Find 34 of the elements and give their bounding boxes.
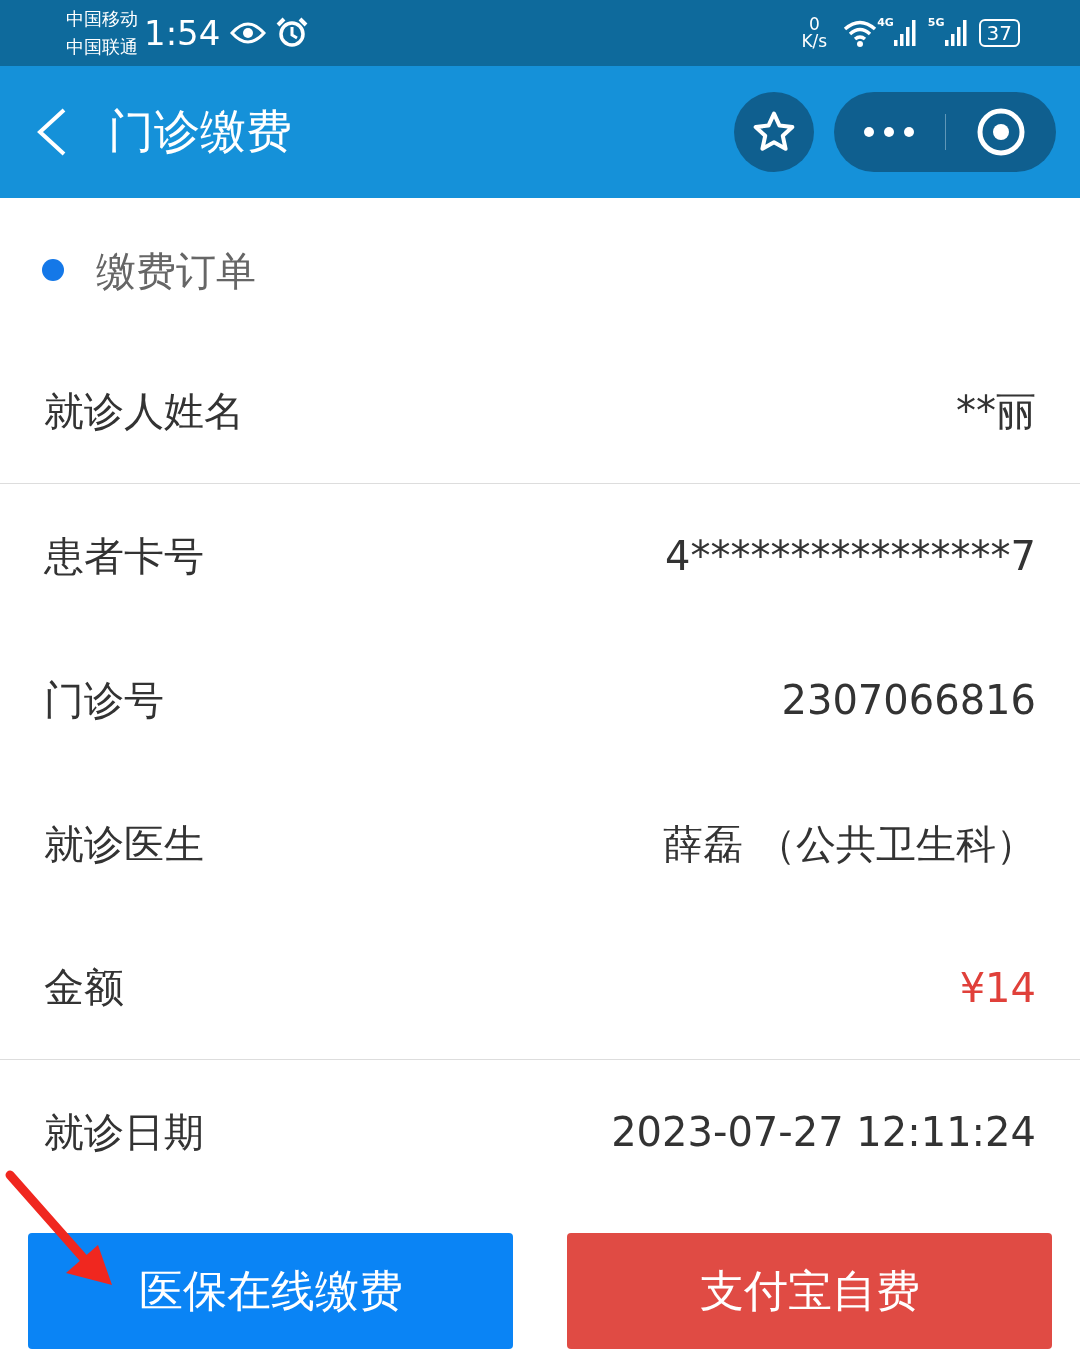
wifi-icon: [843, 19, 878, 47]
bullet-icon: [42, 259, 64, 281]
speed-unit: K/s: [801, 33, 828, 50]
network-speed: 0: [808, 16, 820, 33]
field-label: 就诊医生: [44, 819, 204, 869]
field-label: 就诊人姓名: [44, 387, 244, 436]
alipay-pay-button[interactable]: 支付宝自费: [567, 1233, 1052, 1349]
field-label: 金额: [44, 963, 124, 1012]
carrier-name: 中国移动: [66, 7, 138, 31]
back-icon[interactable]: [36, 108, 68, 156]
clock-time: 1:54: [144, 13, 221, 53]
carrier-name: 中国联通: [66, 35, 138, 59]
eye-icon: [230, 21, 267, 45]
medical-insurance-pay-button[interactable]: 医保在线缴费: [28, 1233, 513, 1349]
section-title: 缴费订单: [96, 247, 256, 296]
star-icon: [752, 110, 796, 154]
more-icon: [863, 126, 916, 138]
alarm-clock-icon: [276, 17, 309, 49]
field-value: 2023-07-27 12:11:24: [611, 1109, 1036, 1155]
field-value: 薛磊 （公共卫生科）: [663, 819, 1036, 869]
signal-icon: [944, 20, 969, 46]
target-icon: [975, 107, 1026, 157]
signal-icon: [893, 20, 918, 46]
field-label: 门诊号: [44, 675, 164, 725]
field-value: **丽: [956, 387, 1036, 436]
field-label: 就诊日期: [44, 1107, 204, 1157]
field-value: 2307066816: [781, 677, 1036, 723]
field-label: 患者卡号: [44, 531, 204, 581]
field-value: 4****************7: [665, 533, 1036, 579]
network-type: 5G: [927, 16, 945, 29]
battery-level: 37: [978, 19, 1020, 47]
page-title: 门诊缴费: [108, 103, 293, 160]
amount-value: ¥14: [959, 964, 1036, 1011]
network-type: 4G: [877, 16, 894, 29]
